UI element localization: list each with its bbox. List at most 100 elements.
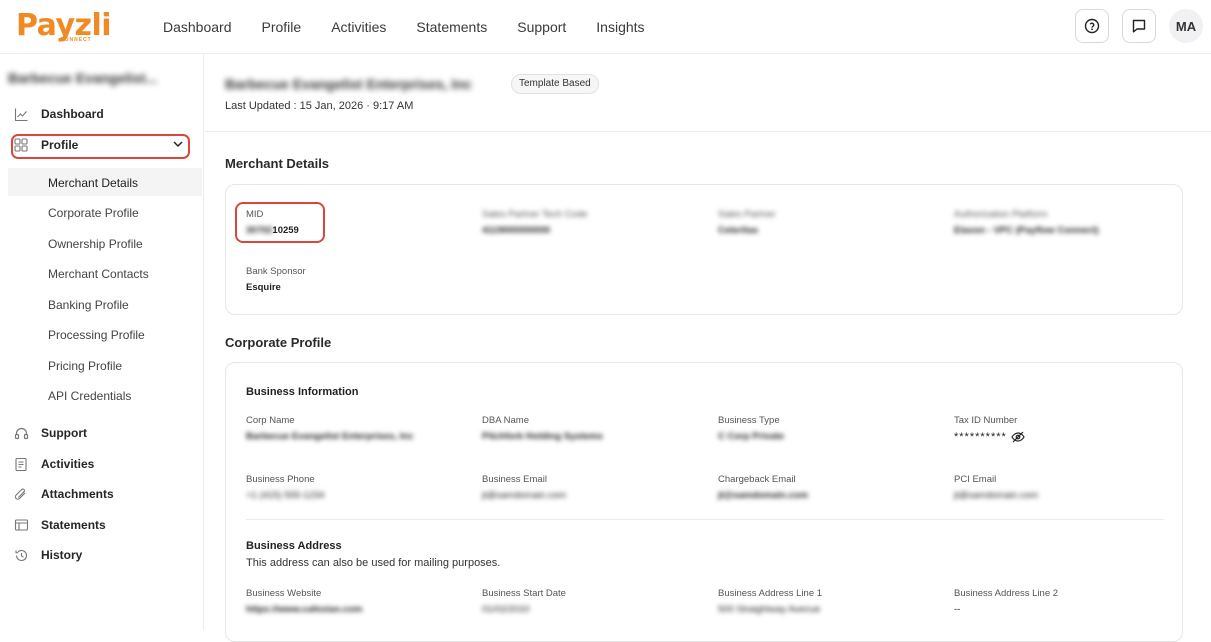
- list-doc-icon: [12, 457, 30, 472]
- business-address-line1-value: 500 Straightway Avenue: [718, 604, 821, 615]
- sidebar-label-activities: Activities: [41, 457, 95, 471]
- last-updated-value: 15 Jan, 2026 · 9:17 AM: [299, 100, 414, 112]
- dba-name-field: DBA Name Pitchfork Holding Systems: [482, 415, 603, 442]
- top-bar: Payzli CONNECT Dashboard Profile Activit…: [0, 0, 1211, 54]
- last-updated-label: Last Updated :: [225, 100, 297, 112]
- tax-id-field: Tax ID Number **********: [954, 415, 1025, 443]
- col4-value: Elavon - VPC (Payflow Connect): [954, 225, 1099, 236]
- sidebar-item-support[interactable]: Support: [12, 421, 87, 445]
- paperclip-icon: [12, 487, 30, 502]
- nav-dashboard[interactable]: Dashboard: [163, 19, 232, 35]
- section-divider: [246, 519, 1164, 520]
- statement-icon: [12, 518, 30, 532]
- authorization-platform-field: Authorization Platform Elavon - VPC (Pay…: [954, 209, 1099, 236]
- business-address-line1-field: Business Address Line 1 500 Straightway …: [718, 588, 822, 615]
- sidebar-item-history[interactable]: History: [12, 543, 82, 567]
- mid-hidden-part: 30702: [246, 225, 273, 236]
- business-address-line2-label: Business Address Line 2: [954, 588, 1059, 599]
- sales-partner-field: Sales Partner Celeritas: [718, 209, 776, 236]
- chart-line-icon: [12, 107, 30, 122]
- merchant-title: Barbecue Evangelist Enterprises, Inc: [225, 76, 472, 92]
- chargeback-email-field: Chargeback Email jt@samdomain.com: [718, 474, 808, 501]
- dba-name-label: DBA Name: [482, 415, 529, 426]
- mid-field: MID 3070210259: [246, 209, 299, 236]
- business-phone-label: Business Phone: [246, 474, 315, 485]
- eye-off-icon[interactable]: [1011, 431, 1025, 443]
- logo-subtext: CONNECT: [60, 37, 92, 43]
- col2-value: 4119000000000: [482, 225, 551, 236]
- subitem-corporate-profile[interactable]: Corporate Profile: [48, 206, 139, 220]
- business-email-field: Business Email jt@samdomain.com: [482, 474, 566, 501]
- subitem-ownership-profile[interactable]: Ownership Profile: [48, 237, 143, 251]
- sidebar-label-history: History: [41, 548, 83, 562]
- sales-partner-tech-code-field: Sales Partner Tech Code 4119000000000: [482, 209, 587, 236]
- nav-profile[interactable]: Profile: [262, 19, 302, 35]
- nav-insights[interactable]: Insights: [596, 19, 644, 35]
- chevron-down-icon: [172, 138, 184, 153]
- nav-activities[interactable]: Activities: [331, 19, 386, 35]
- sidebar-label-support: Support: [41, 426, 87, 440]
- mid-label: MID: [246, 209, 264, 220]
- sidebar-merchant-name: Barbecue Evangelist...: [8, 70, 158, 86]
- subitem-pricing-profile[interactable]: Pricing Profile: [48, 359, 122, 373]
- help-icon: [1084, 18, 1100, 34]
- history-icon: [12, 548, 30, 563]
- nav-statements[interactable]: Statements: [416, 19, 487, 35]
- corp-name-value: Barbecue Evangelist Enterprises, Inc: [246, 431, 414, 442]
- chargeback-email-value: jt@samdomain.com: [718, 490, 809, 501]
- business-start-date-field: Business Start Date 01/02/2010: [482, 588, 566, 615]
- subitem-merchant-contacts[interactable]: Merchant Contacts: [48, 267, 149, 281]
- mid-value: 3070210259: [246, 225, 299, 236]
- last-updated: Last Updated : 15 Jan, 2026 · 9:17 AM: [225, 100, 413, 112]
- col4-label: Authorization Platform: [954, 209, 1048, 220]
- chargeback-email-label: Chargeback Email: [718, 474, 796, 485]
- merchant-details-title: Merchant Details: [225, 156, 330, 171]
- corp-name-field: Corp Name Barbecue Evangelist Enterprise…: [246, 415, 413, 442]
- corp-name-label: Corp Name: [246, 415, 295, 426]
- sidebar-item-statements[interactable]: Statements: [12, 513, 106, 537]
- col3-value: Celeritas: [718, 225, 759, 236]
- sidebar-item-profile[interactable]: Profile: [12, 133, 190, 157]
- user-avatar[interactable]: MA: [1169, 9, 1203, 43]
- subitem-banking-profile[interactable]: Banking Profile: [48, 298, 129, 312]
- template-badge: Template Based: [511, 74, 599, 94]
- chat-icon: [1132, 19, 1146, 33]
- business-email-value: jt@samdomain.com: [482, 490, 567, 501]
- sidebar-label-attachments: Attachments: [41, 487, 114, 501]
- business-address-line2-field: Business Address Line 2 --: [954, 588, 1058, 615]
- help-button[interactable]: [1075, 9, 1109, 43]
- merchant-details-card: MID 3070210259 Sales Partner Tech Code 4…: [225, 184, 1183, 315]
- subitem-api-credentials[interactable]: API Credentials: [48, 389, 131, 403]
- business-address-note: This address can also be used for mailin…: [246, 557, 501, 569]
- main-content: Barbecue Evangelist Enterprises, Inc Tem…: [205, 54, 1211, 642]
- top-actions: MA: [1075, 9, 1203, 43]
- bank-sponsor-label: Bank Sponsor: [246, 266, 306, 277]
- subitem-processing-profile[interactable]: Processing Profile: [48, 328, 145, 342]
- business-address-line1-label: Business Address Line 1: [718, 588, 823, 599]
- sidebar-item-activities[interactable]: Activities: [12, 452, 94, 476]
- mid-visible-part: 10259: [272, 225, 299, 236]
- business-start-date-value: 01/02/2010: [482, 604, 530, 615]
- nav-support[interactable]: Support: [517, 19, 566, 35]
- sidebar-label-profile: Profile: [41, 138, 79, 152]
- business-email-label: Business Email: [482, 474, 547, 485]
- sidebar-item-attachments[interactable]: Attachments: [12, 482, 114, 506]
- business-address-line2-value: --: [954, 604, 961, 615]
- sidebar: Barbecue Evangelist... Dashboard Profile…: [0, 54, 204, 629]
- business-information-heading: Business Information: [246, 386, 359, 398]
- bank-sponsor-value: Esquire: [246, 282, 281, 293]
- payzli-logo[interactable]: Payzli CONNECT: [16, 8, 112, 44]
- business-address-heading: Business Address: [246, 540, 342, 552]
- business-phone-value: +1 (415) 555-1234: [246, 490, 325, 501]
- sidebar-item-dashboard[interactable]: Dashboard: [12, 102, 104, 126]
- subitem-merchant-details[interactable]: Merchant Details: [48, 176, 138, 190]
- messages-button[interactable]: [1122, 9, 1156, 43]
- col2-label: Sales Partner Tech Code: [482, 209, 588, 220]
- business-start-date-label: Business Start Date: [482, 588, 566, 599]
- business-phone-field: Business Phone +1 (415) 555-1234: [246, 474, 324, 501]
- col3-label: Sales Partner: [718, 209, 776, 220]
- header-divider: [205, 131, 1211, 132]
- business-website-field: Business Website https://www.cafexian.co…: [246, 588, 362, 615]
- business-website-link[interactable]: https://www.cafexian.com: [246, 604, 362, 615]
- pci-email-value: jt@samdomain.com: [954, 490, 1039, 501]
